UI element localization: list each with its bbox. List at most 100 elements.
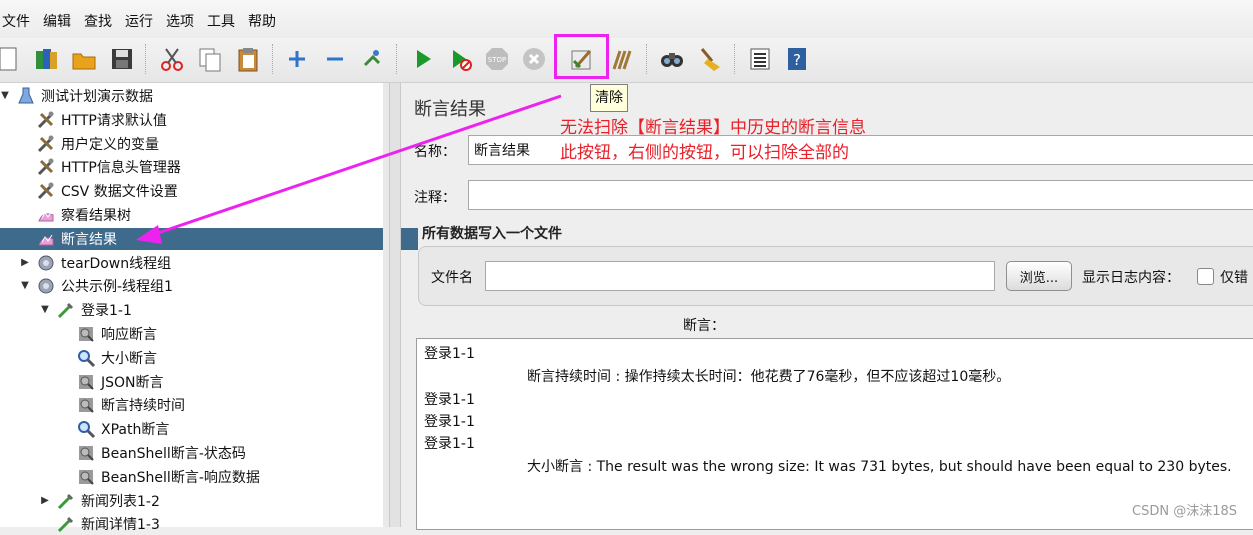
tree-node-label: 响应断言 [101,327,157,343]
toolbar-separator [734,44,736,74]
result-line: 登录1-1 [424,436,475,452]
help-icon[interactable]: ? [781,43,813,75]
paste-icon[interactable] [232,43,264,75]
expand-icon[interactable] [281,43,313,75]
start-no-pause-icon[interactable] [444,43,476,75]
new-icon[interactable] [0,43,24,75]
assertion-icon [76,395,96,415]
toolbar: STOP ? [0,38,1253,83]
tree-node-label: XPath断言 [101,422,170,439]
tree-node[interactable]: BeanShell断言-响应数据 [76,466,260,488]
errors-only-label: 仅错 [1220,270,1248,286]
shutdown-icon[interactable] [518,43,550,75]
name-label: 名称： [414,144,456,160]
assertion-results-panel: 断言结果 名称： 断言结果 注释： 所有数据写入一个文件 文件名 浏览... 显… [400,83,1253,530]
tree-node[interactable]: 新闻详情1-3 [56,513,160,535]
collapse-toggle[interactable]: ▼ [0,90,10,101]
menu-file[interactable]: 文件 [2,11,30,31]
toolbar-separator [272,44,274,74]
comment-field[interactable] [468,180,1253,210]
assertion-icon [76,324,96,344]
tree-node[interactable]: 响应断言 [76,323,157,345]
tree-node[interactable]: 断言结果 [0,227,418,250]
open-icon[interactable] [68,43,100,75]
svg-text:STOP: STOP [488,56,506,64]
tree-node[interactable]: 用户定义的变量 [36,133,159,155]
test-plan-icon [16,86,36,106]
templates-icon[interactable] [30,43,62,75]
test-plan-tree: ▼ 测试计划演示数据 HTTP请求默认值用户定义的变量 HTTP信息头管理器 CSV 数… [0,83,418,533]
result-line: 大小断言 : The result was the wrong size: It… [527,459,1232,475]
listener-icon [36,229,56,249]
tree-node-label: 测试计划演示数据 [41,89,153,105]
stop-icon[interactable]: STOP [481,43,513,75]
toggle-icon[interactable] [357,43,389,75]
tree-node-label: 大小断言 [101,350,157,367]
assertion-icon [76,372,96,392]
clear-all-icon[interactable] [606,43,638,75]
tree-node[interactable]: HTTP信息头管理器 [36,156,181,178]
sampler-icon [56,491,76,511]
toolbar-separator [145,44,147,74]
start-icon[interactable] [407,43,439,75]
tree-node[interactable]: XPath断言 [76,418,169,440]
tree-node[interactable]: 新闻列表1-2 [56,490,160,512]
browse-button[interactable]: 浏览... [1006,261,1072,291]
function-helper-icon[interactable] [744,43,776,75]
copy-icon[interactable] [194,43,226,75]
tree-node-label: 公共示例-线程组1 [61,279,173,296]
filename-field[interactable] [485,261,995,291]
tree-node-label: HTTP请求默认值 [61,112,167,129]
config-tool-icon [36,181,56,201]
collapse-icon[interactable] [319,43,351,75]
tree-node[interactable]: CSV 数据文件设置 [36,180,178,202]
tree-node[interactable]: 察看结果树 [36,204,131,226]
tree-node-label: JSON断言 [101,374,164,391]
tree-node[interactable]: tearDown线程组 [36,252,171,274]
tree-node[interactable]: HTTP请求默认值 [36,109,167,131]
result-line: 断言持续时间 : 操作持续太长时间：他花费了76毫秒，但不应该超过10毫秒。 [527,369,1011,385]
tree-node[interactable]: 断言持续时间 [76,394,185,416]
menu-edit[interactable]: 编辑 [43,11,71,31]
search-icon[interactable] [656,43,688,75]
file-group-title: 所有数据写入一个文件 [422,226,562,242]
svg-text:?: ? [793,51,801,69]
tree-node-label: 断言持续时间 [101,398,185,415]
tree-node[interactable]: BeanShell断言-状态码 [76,442,246,464]
config-tool-icon [36,110,56,130]
menu-tools[interactable]: 工具 [207,11,235,31]
result-line: 登录1-1 [424,414,475,430]
collapse-toggle[interactable]: ▼ [40,304,50,315]
result-line: 登录1-1 [424,346,475,362]
expand-toggle[interactable]: ▶ [20,257,30,268]
tree-node[interactable]: 公共示例-线程组1 [36,275,173,297]
errors-only-checkbox[interactable] [1197,268,1214,285]
thread-group-icon [36,253,56,273]
tree-node[interactable]: 测试计划演示数据 [16,85,153,107]
save-icon[interactable] [106,43,138,75]
tree-node-label: BeanShell断言-响应数据 [101,469,260,486]
assertions-label: 断言： [683,318,725,334]
expand-toggle[interactable]: ▶ [40,495,50,506]
watermark: CSDN @沫沫18S [1132,504,1237,519]
config-tool-icon [36,134,56,154]
tree-node[interactable]: 大小断言 [76,347,157,369]
collapse-toggle[interactable]: ▼ [20,280,30,291]
tree-node-label: 察看结果树 [61,208,131,224]
tree-node-label: BeanShell断言-状态码 [101,446,246,462]
assertion-results-textarea[interactable]: 登录1-1 断言持续时间 : 操作持续太长时间：他花费了76毫秒，但不应该超过10… [416,338,1253,530]
reset-search-icon[interactable] [694,43,726,75]
toolbar-separator [396,44,398,74]
annotation-line-2: 此按钮，右侧的按钮，可以扫除全部的 [560,143,849,163]
tree-node-label: 新闻详情1-3 [81,517,160,534]
menu-search[interactable]: 查找 [84,11,112,31]
tree-node[interactable]: JSON断言 [76,371,164,393]
menu-run[interactable]: 运行 [125,11,153,31]
tree-node[interactable]: 登录1-1 [56,299,132,321]
menu-bar: 文件 编辑 查找 运行 选项 工具 帮助 [0,0,1253,38]
cut-icon[interactable] [156,43,188,75]
config-tool-icon [36,157,56,177]
menu-options[interactable]: 选项 [166,11,194,31]
menu-help[interactable]: 帮助 [248,11,276,31]
filename-label: 文件名 [431,270,473,286]
